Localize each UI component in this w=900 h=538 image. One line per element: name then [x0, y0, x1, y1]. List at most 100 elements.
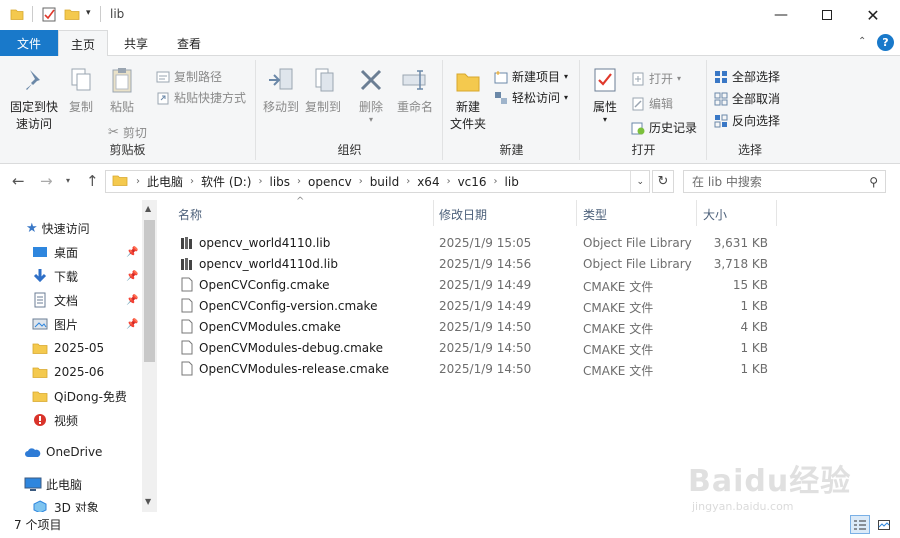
delete-button[interactable]: 删除 ▾: [353, 66, 389, 124]
copy-to-label: 复制到: [304, 100, 341, 114]
breadcrumb-build[interactable]: build: [367, 175, 403, 189]
column-header-type[interactable]: 类型: [583, 206, 607, 223]
breadcrumb-opencv[interactable]: opencv: [305, 175, 355, 189]
customize-toolbar-icon[interactable]: ▾: [86, 8, 91, 18]
invert-selection-button[interactable]: 反向选择: [714, 112, 780, 129]
breadcrumb-separator[interactable]: ›: [490, 176, 502, 187]
nav-this-pc[interactable]: 此电脑: [0, 472, 142, 496]
back-button[interactable]: ←: [12, 172, 25, 190]
breadcrumb-separator[interactable]: ›: [443, 176, 455, 187]
address-bar[interactable]: › 此电脑 › 软件 (D:) › libs › opencv › build …: [105, 170, 650, 193]
edit-button[interactable]: 编辑: [631, 95, 673, 112]
nav-item-folder-2025-05[interactable]: 2025-05: [0, 336, 142, 360]
breadcrumb-this-pc[interactable]: 此电脑: [144, 173, 186, 190]
pin-icon[interactable]: 📌: [126, 319, 138, 330]
folder-icon[interactable]: [10, 7, 24, 24]
breadcrumb-separator[interactable]: ›: [186, 176, 198, 187]
arrow-left-icon: ←: [12, 172, 25, 190]
tab-view[interactable]: 查看: [164, 30, 214, 56]
collapse-ribbon-icon[interactable]: ⌃: [858, 36, 866, 47]
blank-file-icon: [181, 277, 193, 292]
paste-shortcut-button[interactable]: 粘贴快捷方式: [156, 89, 246, 106]
properties-dropdown-icon[interactable]: ▾: [585, 116, 625, 124]
breadcrumb-vc16[interactable]: vc16: [455, 175, 490, 189]
nav-item-pictures[interactable]: 图片 📌: [0, 312, 142, 336]
file-row[interactable]: opencv_world4110.lib 2025/1/9 15:05 Obje…: [172, 233, 792, 254]
copy-path-button[interactable]: 复制路径: [156, 68, 222, 85]
scrollbar-thumb[interactable]: [144, 220, 155, 362]
refresh-button[interactable]: ↻: [652, 170, 674, 193]
new-folder-quick-icon[interactable]: [64, 7, 80, 24]
file-row[interactable]: opencv_world4110d.lib 2025/1/9 14:56 Obj…: [172, 254, 792, 275]
tab-share[interactable]: 共享: [112, 30, 160, 56]
select-all-button[interactable]: 全部选择: [714, 68, 780, 85]
breadcrumb-separator[interactable]: ›: [132, 176, 144, 187]
new-folder-button[interactable]: 新建 文件夹: [446, 66, 490, 133]
minimize-button[interactable]: —: [758, 0, 804, 30]
nav-quick-access[interactable]: ★ 快速访问: [0, 216, 142, 240]
search-input[interactable]: 在 lib 中搜索 ⚲: [683, 170, 886, 193]
breadcrumb-separator[interactable]: ›: [355, 176, 367, 187]
column-header-size[interactable]: 大小: [703, 206, 727, 223]
file-row[interactable]: OpenCVModules-release.cmake 2025/1/9 14:…: [172, 359, 792, 380]
nav-onedrive[interactable]: OneDrive: [0, 440, 142, 464]
column-header-date[interactable]: 修改日期: [439, 206, 487, 223]
help-icon[interactable]: ?: [877, 34, 894, 51]
breadcrumb-x64[interactable]: x64: [414, 175, 442, 189]
delete-dropdown-icon[interactable]: ▾: [353, 116, 389, 124]
file-row[interactable]: OpenCVConfig-version.cmake 2025/1/9 14:4…: [172, 296, 792, 317]
maximize-button[interactable]: [804, 0, 850, 30]
copy-button[interactable]: 复制: [64, 66, 98, 116]
easy-access-button[interactable]: 轻松访问 ▾: [494, 89, 568, 106]
address-dropdown-icon[interactable]: ⌄: [630, 171, 649, 192]
breadcrumb-separator[interactable]: ›: [402, 176, 414, 187]
nav-item-documents[interactable]: 文档 📌: [0, 288, 142, 312]
nav-scrollbar[interactable]: ▲ ▼: [142, 200, 157, 512]
move-to-button[interactable]: 移动到: [261, 66, 301, 116]
file-row[interactable]: OpenCVModules-debug.cmake 2025/1/9 14:50…: [172, 338, 792, 359]
column-header-name[interactable]: 名称: [178, 206, 202, 223]
copy-to-button[interactable]: 复制到: [303, 66, 343, 116]
pin-icon[interactable]: 📌: [126, 295, 138, 306]
tab-file[interactable]: 文件: [0, 30, 58, 56]
pin-icon[interactable]: 📌: [126, 271, 138, 282]
details-view-button[interactable]: [850, 515, 870, 534]
nav-item-videos[interactable]: 视频: [0, 408, 142, 432]
large-icons-view-button[interactable]: [874, 515, 894, 534]
properties-quick-icon[interactable]: [42, 6, 56, 25]
tab-home[interactable]: 主页: [58, 30, 108, 57]
properties-button[interactable]: 属性 ▾: [585, 66, 625, 124]
pin-quick-access-button[interactable]: 固定到快 速访问: [4, 66, 64, 133]
file-row[interactable]: OpenCVModules.cmake 2025/1/9 14:50 CMAKE…: [172, 317, 792, 338]
file-row[interactable]: OpenCVConfig.cmake 2025/1/9 14:49 CMAKE …: [172, 275, 792, 296]
nav-item-folder-2025-06[interactable]: 2025-06: [0, 360, 142, 384]
history-button[interactable]: 历史记录: [631, 119, 697, 136]
nav-item-label: 2025-05: [54, 341, 105, 355]
column-divider[interactable]: [696, 200, 697, 226]
forward-button[interactable]: →: [40, 172, 53, 190]
new-item-button[interactable]: 新建项目 ▾: [494, 68, 568, 85]
column-divider[interactable]: [776, 200, 777, 226]
breadcrumb-separator[interactable]: ›: [293, 176, 305, 187]
rename-button[interactable]: 重命名: [393, 66, 437, 116]
open-button[interactable]: 打开 ▾: [631, 70, 681, 87]
scroll-down-icon[interactable]: ▼: [145, 497, 151, 506]
cut-button[interactable]: ✂ 剪切: [108, 124, 147, 141]
paste-button[interactable]: 粘贴: [104, 66, 140, 116]
select-none-button[interactable]: 全部取消: [714, 90, 780, 107]
breadcrumb-lib[interactable]: lib: [502, 175, 522, 189]
up-button[interactable]: ↑: [86, 172, 99, 190]
breadcrumb-libs[interactable]: libs: [266, 175, 293, 189]
move-to-label: 移动到: [262, 100, 299, 114]
close-button[interactable]: ✕: [850, 0, 896, 30]
nav-item-desktop[interactable]: 桌面 📌: [0, 240, 142, 264]
recent-locations-button[interactable]: ▾: [66, 176, 70, 185]
nav-item-downloads[interactable]: 下载 📌: [0, 264, 142, 288]
nav-item-folder-qidong[interactable]: QiDong-免费: [0, 384, 142, 408]
breadcrumb-drive-d[interactable]: 软件 (D:): [198, 173, 254, 190]
column-divider[interactable]: [433, 200, 434, 226]
scroll-up-icon[interactable]: ▲: [145, 204, 151, 213]
column-divider[interactable]: [576, 200, 577, 226]
breadcrumb-separator[interactable]: ›: [254, 176, 266, 187]
pin-icon[interactable]: 📌: [126, 247, 138, 258]
